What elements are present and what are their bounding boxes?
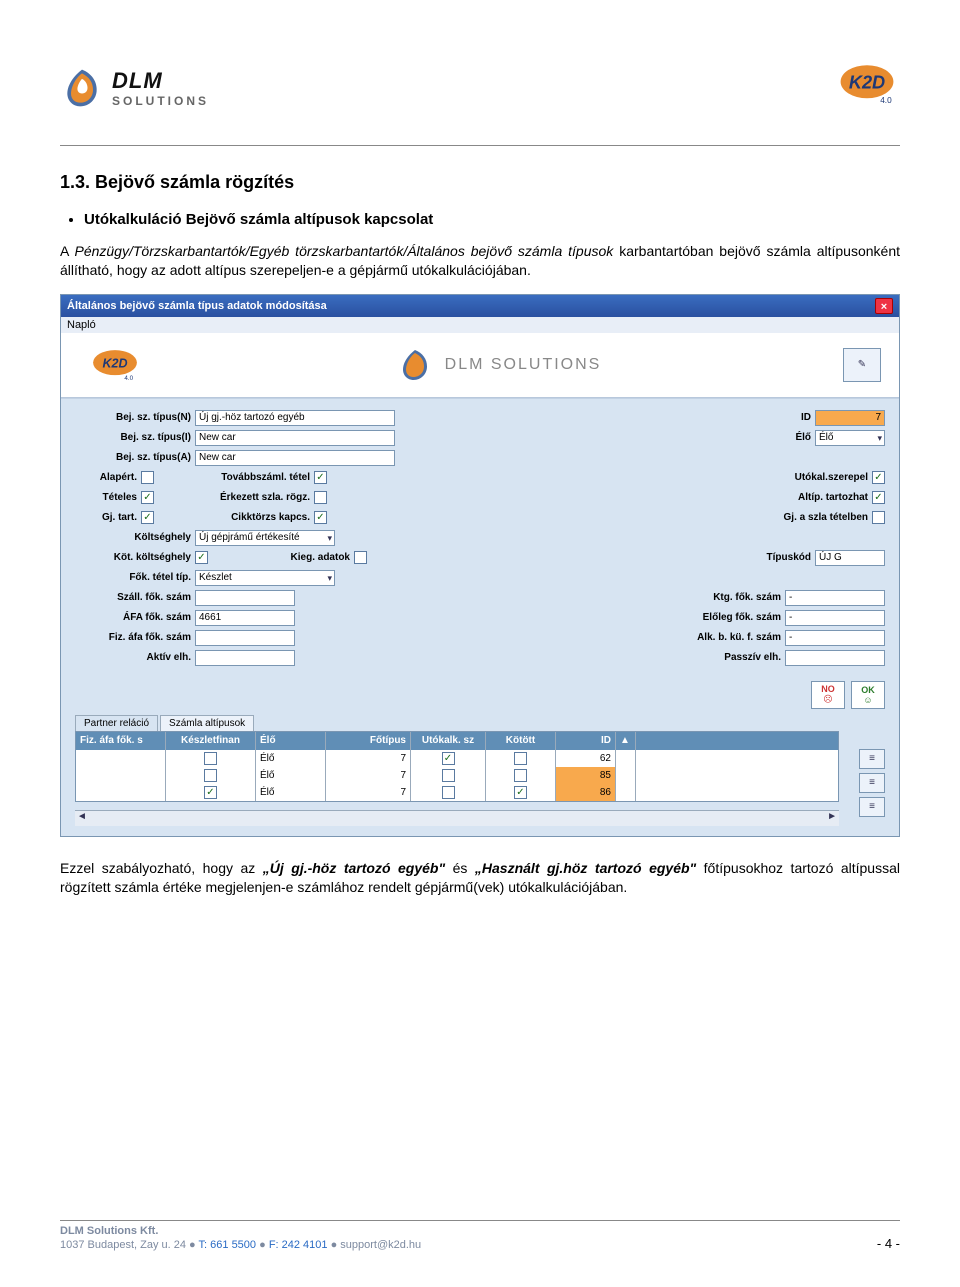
- kotott-check[interactable]: [514, 786, 527, 799]
- k2d-ver: 4.0: [880, 96, 892, 105]
- elolegfok-field[interactable]: -: [785, 610, 885, 626]
- kieg-check[interactable]: [354, 551, 367, 564]
- no-button[interactable]: NO☹: [811, 681, 845, 709]
- dlm-sub: SOLUTIONS: [112, 94, 209, 108]
- list-icon-3[interactable]: ≡: [859, 797, 885, 817]
- kotkoltseg-check[interactable]: [195, 551, 208, 564]
- gjszla-check[interactable]: [872, 511, 885, 524]
- alapert-check[interactable]: [141, 471, 154, 484]
- window-title: Általános bejövő számla típus adatok mód…: [67, 300, 327, 312]
- svg-text:4.0: 4.0: [124, 375, 133, 382]
- tab-partner[interactable]: Partner reláció: [75, 715, 158, 731]
- scroll-up-icon[interactable]: ▲: [616, 732, 636, 750]
- kesz-check[interactable]: [204, 752, 217, 765]
- fizafa-field[interactable]: [195, 630, 295, 646]
- svg-text:K2D: K2D: [849, 72, 885, 92]
- utokalk-check[interactable]: [442, 786, 455, 799]
- banner: K2D4.0 DLM SOLUTIONS ✎: [61, 333, 899, 398]
- altip-check[interactable]: [872, 491, 885, 504]
- id-field: 7: [815, 410, 885, 426]
- tipuskod-field[interactable]: ÚJ G: [815, 550, 885, 566]
- koltseghely-select[interactable]: Új gépjrámű értékesíté: [195, 530, 335, 546]
- szallfok-field[interactable]: [195, 590, 295, 606]
- bej-a-field[interactable]: New car: [195, 450, 395, 466]
- app-window: Általános bejövő számla típus adatok mód…: [60, 294, 900, 837]
- kesz-check[interactable]: [204, 786, 217, 799]
- kotott-check[interactable]: [514, 752, 527, 765]
- table-row[interactable]: Élő762: [76, 750, 838, 767]
- elo-select[interactable]: Élő: [815, 430, 885, 446]
- svg-text:K2D: K2D: [102, 356, 127, 370]
- h-scrollbar[interactable]: [75, 810, 839, 826]
- cikk-check[interactable]: [314, 511, 327, 524]
- edit-icon[interactable]: ✎: [843, 348, 881, 382]
- grid: Fiz. áfa fők. s Készletfinan Élő Főtípus…: [75, 731, 839, 802]
- afafok-field[interactable]: 4661: [195, 610, 295, 626]
- erkezett-check[interactable]: [314, 491, 327, 504]
- dlm-name: DLM: [112, 68, 163, 93]
- bej-i-field[interactable]: New car: [195, 430, 395, 446]
- tab-altipusok[interactable]: Számla altípusok: [160, 715, 254, 731]
- page-footer: DLM Solutions Kft. 1037 Budapest, Zay u.…: [60, 1220, 900, 1251]
- paragraph-2: Ezzel szabályozható, hogy az „Új gj.-höz…: [60, 859, 900, 897]
- kotott-check[interactable]: [514, 769, 527, 782]
- paragraph-1: A Pénzügy/Törzskarbantartók/Egyéb törzsk…: [60, 242, 900, 280]
- aktiv-field[interactable]: [195, 650, 295, 666]
- utokalk-check[interactable]: [442, 769, 455, 782]
- utokal-check[interactable]: [872, 471, 885, 484]
- gjtart-check[interactable]: [141, 511, 154, 524]
- page-number: - 4 -: [877, 1236, 900, 1251]
- teteles-check[interactable]: [141, 491, 154, 504]
- titlebar: Általános bejövő számla típus adatok mód…: [61, 295, 899, 317]
- section-heading: 1.3. Bejövő számla rögzítés: [60, 172, 900, 193]
- menubar[interactable]: Napló: [61, 317, 899, 333]
- section-bullet: Utókalkuláció Bejövő számla altípusok ka…: [84, 211, 900, 228]
- kesz-check[interactable]: [204, 769, 217, 782]
- alk-field[interactable]: -: [785, 630, 885, 646]
- table-row[interactable]: Élő785: [76, 767, 838, 784]
- tovabb-check[interactable]: [314, 471, 327, 484]
- table-row[interactable]: Élő786: [76, 784, 838, 801]
- list-icon-1[interactable]: ≡: [859, 749, 885, 769]
- k2d-logo: K2D4.0: [834, 60, 900, 115]
- utokalk-check[interactable]: [442, 752, 455, 765]
- list-icon-2[interactable]: ≡: [859, 773, 885, 793]
- ktgfok-field[interactable]: -: [785, 590, 885, 606]
- dlm-logo: DLM SOLUTIONS: [60, 66, 209, 110]
- bej-n-field[interactable]: Új gj.-höz tartozó egyéb: [195, 410, 395, 426]
- close-icon[interactable]: ×: [875, 298, 893, 314]
- ok-button[interactable]: OK☺: [851, 681, 885, 709]
- foktetel-select[interactable]: Készlet: [195, 570, 335, 586]
- passziv-field[interactable]: [785, 650, 885, 666]
